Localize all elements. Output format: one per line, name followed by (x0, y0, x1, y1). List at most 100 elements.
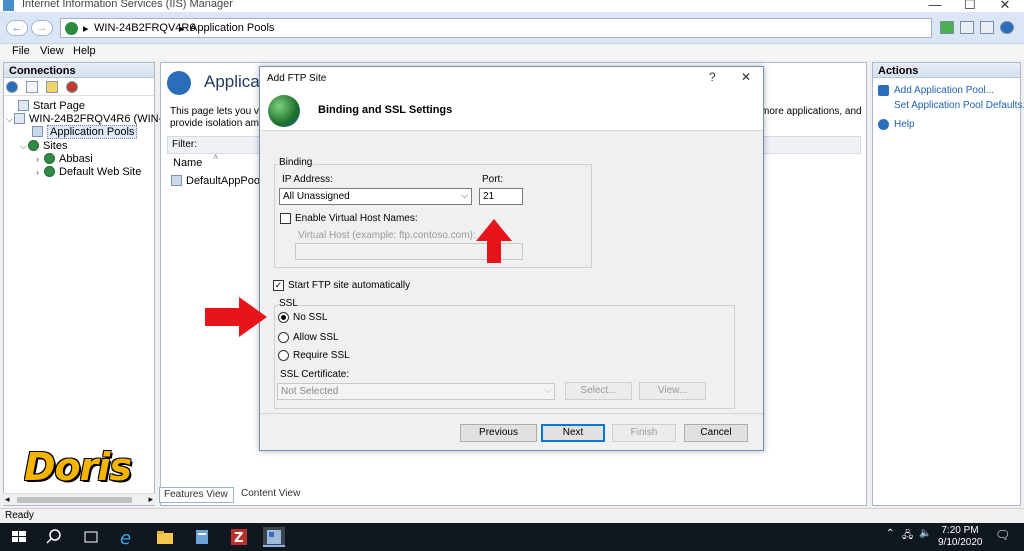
breadcrumb[interactable]: ▸ WIN-24B2FRQV4R6 ▸ Application Pools (60, 18, 932, 38)
breadcrumb-separator: ▸ (179, 23, 185, 35)
stop-icon[interactable] (960, 21, 974, 34)
select-certificate-button[interactable]: Select... (565, 382, 632, 400)
internet-explorer-button[interactable]: e (117, 527, 139, 549)
start-ftp-automatically-checkbox[interactable]: ✓ (273, 280, 284, 291)
search-button[interactable] (44, 527, 66, 547)
start-button[interactable] (8, 527, 30, 547)
table-row[interactable]: DefaultAppPool (171, 175, 262, 187)
server-manager-button[interactable] (191, 527, 213, 547)
search-icon (46, 529, 61, 544)
set-pool-defaults-link[interactable]: Set Application Pool Defaults... (894, 100, 1024, 111)
status-text: Ready (5, 510, 34, 521)
disconnect-icon[interactable] (66, 81, 78, 93)
ssl-group-label: SSL (278, 298, 299, 309)
port-label: Port: (482, 174, 504, 185)
next-button[interactable]: Next (541, 424, 605, 442)
connect-icon[interactable] (6, 81, 18, 93)
tab-features-view[interactable]: Features View (159, 487, 234, 503)
iis-manager-taskbar-button[interactable] (263, 527, 285, 547)
expand-icon[interactable]: › (36, 167, 44, 177)
ip-address-label: IP Address: (282, 174, 333, 185)
show-hidden-icons[interactable]: ⌃ (886, 528, 894, 539)
allow-ssl-radio[interactable] (278, 332, 289, 343)
breadcrumb-app-pools[interactable]: Application Pools (190, 22, 274, 34)
file-explorer-button[interactable] (154, 527, 176, 547)
column-header-name[interactable]: Name (173, 157, 202, 169)
menu-help[interactable]: Help (73, 45, 96, 57)
tab-label: Content View (241, 488, 301, 499)
previous-button[interactable]: Previous (460, 424, 537, 442)
cancel-button[interactable]: Cancel (684, 424, 748, 442)
require-ssl-radio[interactable] (278, 350, 289, 361)
network-icon[interactable]: 🖧 (902, 528, 913, 545)
filezilla-button[interactable]: Z (228, 527, 250, 547)
expand-icon[interactable]: › (36, 154, 44, 164)
task-view-icon (84, 531, 98, 543)
refresh-icon[interactable] (940, 21, 954, 34)
collapse-icon[interactable]: ⌵ (20, 141, 28, 152)
globe-icon (44, 166, 55, 177)
sites-icon (28, 140, 39, 151)
dialog-close-button[interactable]: ✕ (741, 70, 751, 84)
scroll-right-icon[interactable]: ▸ (148, 494, 153, 505)
tree-sites[interactable]: ⌵ Sites (20, 140, 67, 152)
back-button[interactable]: ← (6, 20, 28, 36)
task-view-button[interactable] (80, 527, 102, 547)
tree-start-page[interactable]: Start Page (18, 100, 85, 112)
start-page-icon (18, 100, 29, 111)
notification-icon[interactable]: 🗨 (995, 528, 1010, 542)
tab-label: Features View (164, 489, 228, 500)
actions-panel: Actions Add Application Pool... Set Appl… (872, 62, 1024, 506)
window-title-bar: Internet Information Services (IIS) Mana… (0, 0, 1024, 12)
ssl-certificate-select[interactable]: Not Selected ⌵ (277, 383, 555, 400)
up-icon[interactable] (46, 81, 58, 93)
server-manager-icon (196, 530, 208, 544)
tree-label: Start Page (33, 100, 85, 112)
volume-icon[interactable]: 🔈 (919, 528, 931, 539)
help-icon[interactable] (1000, 21, 1014, 34)
iis-app-icon (3, 0, 14, 11)
tree-label: Sites (43, 140, 68, 152)
add-application-pool-link[interactable]: Add Application Pool... (894, 85, 994, 96)
start-ftp-automatically-label: Start FTP site automatically (288, 280, 411, 291)
taskbar: e Z ⌃ 🖧 🔈 7:20 PM 9/10/2020 🗨 (0, 523, 1024, 551)
tree-label: Abbasi (59, 153, 93, 165)
scrollbar-thumb[interactable] (17, 497, 132, 503)
tree-site-abbasi[interactable]: › Abbasi (36, 153, 93, 165)
tab-content-view[interactable]: Content View (237, 487, 312, 503)
tree-site-default[interactable]: › Default Web Site (36, 166, 141, 178)
menu-file[interactable]: File (12, 45, 30, 57)
tree-label: WIN-24B2FRQV4R6 (WIN-24B (29, 113, 182, 125)
scroll-left-icon[interactable]: ◂ (5, 494, 10, 505)
enable-virtual-host-checkbox[interactable] (280, 213, 291, 224)
dialog-title: Add FTP Site (267, 73, 327, 84)
forward-button[interactable]: → (31, 20, 53, 36)
ip-address-select[interactable]: All Unassigned ⌵ (279, 188, 472, 205)
finish-button[interactable]: Finish (612, 424, 676, 442)
collapse-icon[interactable]: ⌵ (6, 114, 14, 125)
menu-bar: File View Help (0, 44, 1024, 60)
no-ssl-radio[interactable] (278, 312, 289, 323)
tree-server[interactable]: ⌵ WIN-24B2FRQV4R6 (WIN-24B (6, 113, 182, 125)
connections-horizontal-scrollbar[interactable]: ◂ ▸ (3, 493, 155, 505)
dialog-help-button[interactable]: ? (709, 70, 716, 84)
filezilla-icon: Z (231, 529, 247, 546)
logo-text: Doris (24, 445, 132, 489)
row-name: DefaultAppPool (186, 175, 263, 187)
view-certificate-button[interactable]: View... (639, 382, 706, 400)
iis-manager-icon (267, 530, 281, 544)
no-ssl-label: No SSL (293, 312, 328, 323)
taskbar-clock[interactable]: 7:20 PM 9/10/2020 (938, 525, 983, 549)
connections-title: Connections (4, 63, 154, 78)
save-icon[interactable] (26, 81, 38, 93)
menu-view[interactable]: View (40, 45, 64, 57)
home-icon[interactable] (980, 21, 994, 34)
tree-application-pools[interactable]: Application Pools (32, 125, 138, 139)
svg-text:e: e (120, 528, 131, 547)
clock-time: 7:20 PM (941, 525, 979, 536)
port-field[interactable]: 21 (479, 188, 523, 205)
minimize-button[interactable]: — (920, 0, 950, 12)
virtual-host-label: Virtual Host (example: ftp.contoso.com): (298, 230, 476, 241)
description-right: more applications, and (761, 106, 862, 117)
help-link[interactable]: Help (894, 119, 915, 130)
